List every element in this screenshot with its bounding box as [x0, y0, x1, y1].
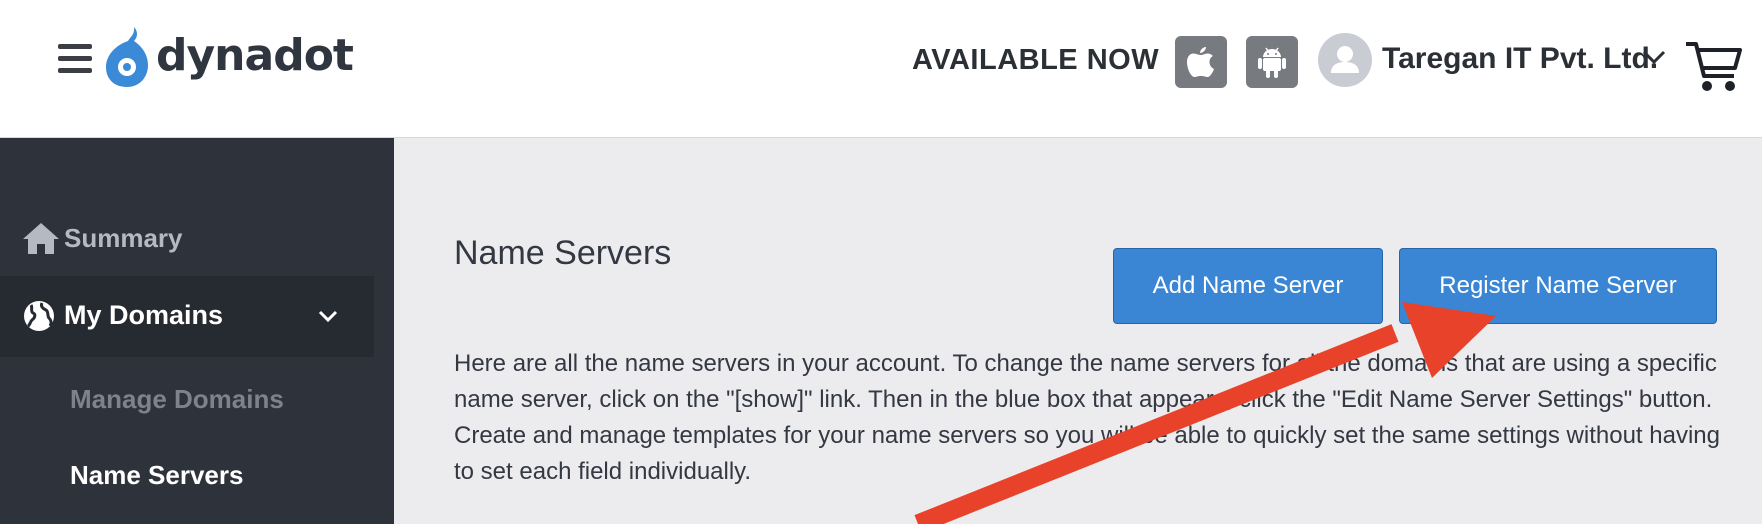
top-header: dynadot AVAILABLE NOW Taregan IT Pvt. Lt…	[0, 0, 1762, 138]
apple-icon	[1187, 47, 1214, 77]
globe-icon	[24, 301, 54, 331]
logo-drop-icon	[106, 27, 148, 87]
add-name-server-button[interactable]: Add Name Server	[1113, 248, 1383, 324]
home-icon	[23, 223, 59, 254]
hamburger-menu-icon[interactable]	[58, 44, 92, 74]
sidebar-item-label: Summary	[64, 222, 183, 253]
description-paragraph: Create and manage templates for your nam…	[454, 422, 1720, 485]
cart-icon[interactable]	[1684, 40, 1744, 94]
sidebar-item-label: My Domains	[64, 300, 224, 330]
register-name-server-button[interactable]: Register Name Server	[1399, 248, 1717, 324]
main-content: Name Servers Add Name Server Register Na…	[394, 138, 1762, 524]
android-icon	[1258, 47, 1286, 78]
sidebar-item-name-servers[interactable]: Name Servers	[70, 460, 243, 491]
available-now-label: AVAILABLE NOW	[912, 44, 1160, 76]
android-app-button[interactable]	[1246, 36, 1298, 88]
sidebar-item-summary[interactable]: Summary	[22, 218, 183, 258]
user-icon	[1331, 46, 1359, 73]
dynadot-logo[interactable]: dynadot	[104, 22, 354, 92]
sidebar-item-my-domains[interactable]: My Domains	[0, 276, 374, 357]
logo-text: dynadot	[156, 29, 354, 81]
sidebar-item-manage-domains[interactable]: Manage Domains	[70, 384, 284, 415]
page-title: Name Servers	[454, 234, 672, 272]
chevron-down-icon[interactable]	[316, 308, 340, 324]
account-name[interactable]: Taregan IT Pvt. Ltd.	[1382, 42, 1658, 76]
apple-app-button[interactable]	[1175, 36, 1227, 88]
chevron-down-icon[interactable]	[1641, 48, 1667, 66]
sidebar: Summary My Domains Manage Domains Name S…	[0, 138, 394, 524]
avatar[interactable]	[1318, 33, 1372, 87]
description-text: Here are all the name servers in your ac…	[454, 346, 1744, 490]
description-paragraph: Here are all the name servers in your ac…	[454, 350, 1717, 413]
